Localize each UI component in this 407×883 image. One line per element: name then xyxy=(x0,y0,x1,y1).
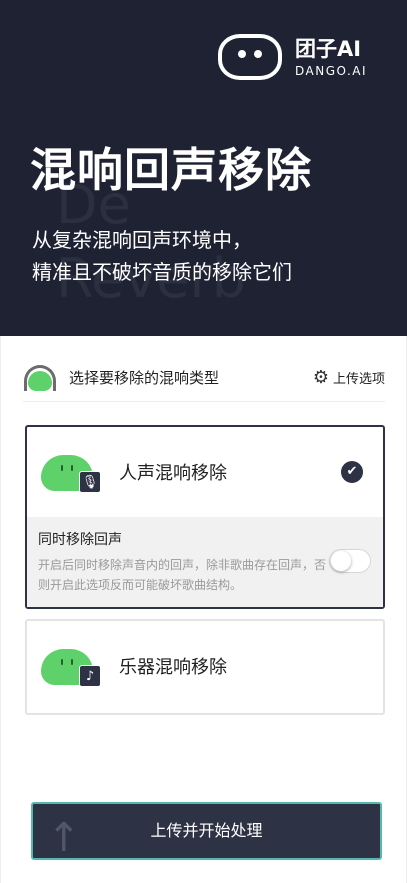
option-label: 乐器混响移除 xyxy=(119,657,227,678)
option-instrument-dereverb[interactable]: ♪ 乐器混响移除 xyxy=(25,619,385,715)
upload-and-process-label: 上传并开始处理 xyxy=(150,821,263,840)
settings-panel: 选择要移除的混响类型 ⚙ 上传选项 🎙 人声混响移除 ✔ 同时移除回声 开启后同… xyxy=(0,336,407,883)
panel-header: 选择要移除的混响类型 ⚙ 上传选项 xyxy=(23,354,385,402)
upload-and-process-button[interactable]: ↑ 上传并开始处理 xyxy=(31,802,382,860)
echo-removal-toggle[interactable] xyxy=(329,549,371,573)
dango-blob-icon: 🎙 xyxy=(41,449,101,493)
brand-name: 团子AI xyxy=(295,36,362,61)
hero-banner: De Reverb 团子AI DANGO.AI 混响回声移除 从复杂混响回声环境… xyxy=(0,0,407,336)
gear-icon: ⚙ xyxy=(312,367,329,388)
upload-arrow-icon: ↑ xyxy=(47,815,81,860)
echo-removal-setting: 同时移除回声 开启后同时移除声音内的回声，除非歌曲存在回声，否则开启此选项反而可… xyxy=(27,517,383,607)
hero-subtitle-line2: 精准且不破坏音质的移除它们 xyxy=(32,260,292,284)
toggle-knob xyxy=(331,551,351,571)
panel-title: 选择要移除的混响类型 xyxy=(69,369,220,387)
option-vocal-dereverb[interactable]: 🎙 人声混响移除 ✔ 同时移除回声 开启后同时移除声音内的回声，除非歌曲存在回声… xyxy=(25,425,385,609)
option-label: 人声混响移除 xyxy=(119,463,227,484)
hero-subtitle-line1: 从复杂混响回声环境中， xyxy=(32,228,252,252)
headphone-blob-icon xyxy=(23,363,57,393)
music-note-icon: ♪ xyxy=(79,665,101,687)
hero-subtitle: 从复杂混响回声环境中， 精准且不破坏音质的移除它们 xyxy=(32,224,292,288)
echo-setting-title: 同时移除回声 xyxy=(38,532,122,548)
upload-options-button[interactable]: ⚙ 上传选项 xyxy=(313,367,385,388)
microphone-icon: 🎙 xyxy=(79,471,101,493)
brand-subtitle: DANGO.AI xyxy=(295,63,368,78)
upload-options-label: 上传选项 xyxy=(332,372,385,387)
brand-logo: 团子AI DANGO.AI xyxy=(218,34,367,80)
page-title: 混响回声移除 xyxy=(30,143,312,197)
dango-blob-icon: ♪ xyxy=(41,643,101,687)
echo-setting-description: 开启后同时移除声音内的回声，除非歌曲存在回声，否则开启此选项反而可能破坏歌曲结构… xyxy=(38,558,327,592)
check-icon: ✔ xyxy=(341,461,363,483)
dango-face-icon xyxy=(218,34,282,80)
